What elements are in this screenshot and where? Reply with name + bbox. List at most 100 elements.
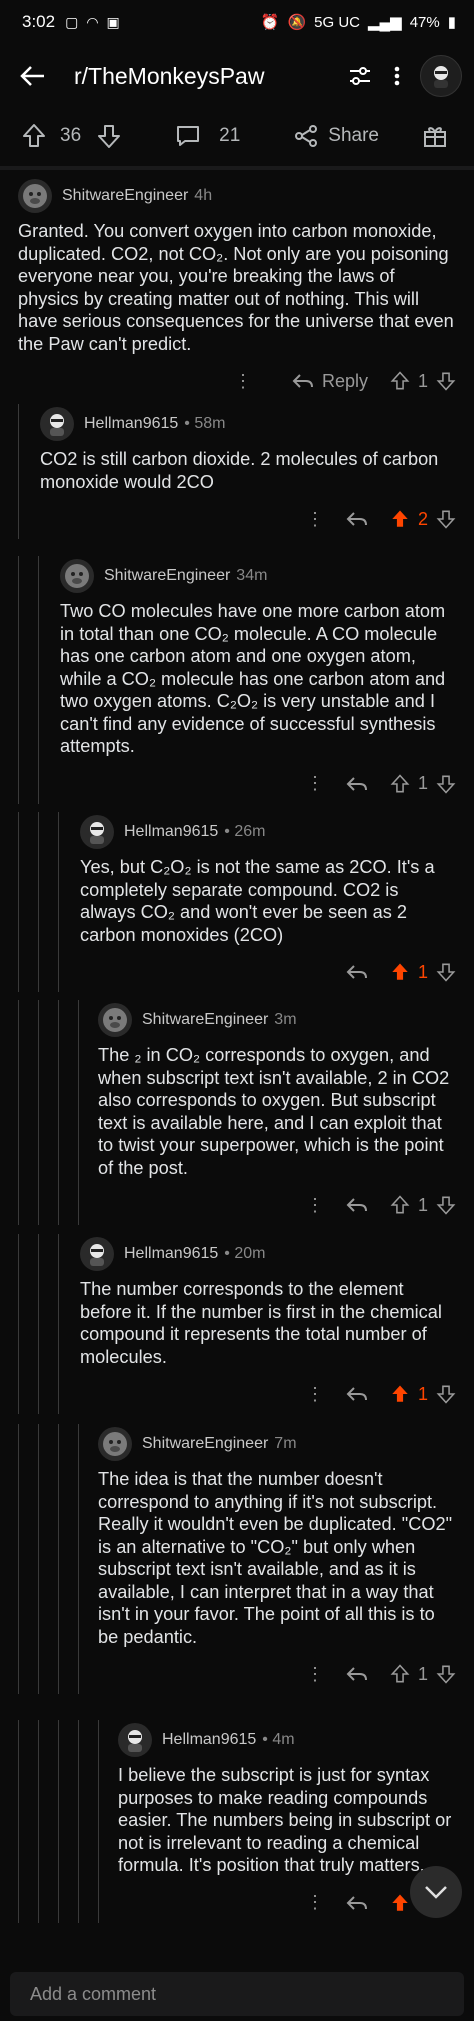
upvote-icon[interactable] [390, 773, 410, 794]
downvote-icon[interactable] [436, 1195, 456, 1215]
thread-line [18, 1424, 19, 1694]
add-comment-input[interactable]: Add a comment [10, 1972, 464, 2016]
upvote-icon[interactable] [390, 962, 410, 982]
more-icon[interactable]: ⋮ [234, 371, 252, 392]
avatar[interactable] [118, 1723, 152, 1757]
upvote-icon[interactable] [390, 1893, 410, 1913]
comment-username[interactable]: Hellman9615 [124, 1245, 218, 1263]
comment-header: ShitwareEngineer 7m [98, 1424, 456, 1464]
more-button[interactable] [392, 62, 402, 90]
comment-username[interactable]: ShitwareEngineer [142, 1435, 268, 1453]
comment-username[interactable]: Hellman9615 [162, 1731, 256, 1749]
downvote-icon[interactable] [436, 1664, 456, 1684]
avatar[interactable] [40, 407, 74, 441]
comment-username[interactable]: ShitwareEngineer [142, 1011, 268, 1029]
notification-icons: ▢ ◠ ▣ [65, 14, 120, 31]
thread-line [18, 812, 19, 992]
status-time: 3:02 [22, 12, 56, 31]
status-bar: 3:02 ▢ ◠ ▣ ⏰ 🔕 5G UC ▂▄▆ 47% ▮ [0, 0, 474, 44]
comment-actions: ⋮ 1 [98, 1185, 456, 1225]
more-icon[interactable]: ⋮ [306, 1664, 324, 1685]
network-label: 5G UC [314, 13, 360, 31]
back-button[interactable] [18, 61, 48, 91]
monkey-avatar-icon [103, 1432, 127, 1456]
thread-line [58, 812, 59, 992]
avatar[interactable] [98, 1003, 132, 1037]
downvote-icon[interactable] [436, 962, 456, 982]
avatar[interactable] [80, 1237, 114, 1271]
award-button[interactable] [422, 123, 448, 149]
scroll-down-button[interactable] [410, 1866, 462, 1918]
divider [0, 166, 474, 170]
comment-username[interactable]: Hellman9615 [84, 415, 178, 433]
comment: Hellman9615 • 20m The number corresponds… [0, 1234, 474, 1414]
comment: ShitwareEngineer 4h Granted. You convert… [0, 176, 474, 401]
more-icon[interactable]: ⋮ [306, 773, 324, 794]
reply-icon[interactable] [346, 1894, 368, 1912]
comment-composer-bar: Add a comment [0, 1960, 474, 2021]
reply-icon[interactable] [346, 775, 368, 793]
avatar[interactable] [18, 179, 52, 213]
upvote-icon[interactable] [22, 123, 46, 149]
downvote-icon[interactable] [436, 371, 456, 391]
upvote-icon[interactable] [390, 509, 410, 529]
comment-score: 1 [417, 1663, 428, 1684]
thread-line [98, 1720, 99, 1923]
thread-line [18, 556, 19, 804]
comment-body: The idea is that the number doesn't corr… [98, 1469, 458, 1647]
thread-line [18, 1000, 19, 1225]
comment-vote: 1 [390, 371, 456, 392]
signal-icon: ▂▄▆ [368, 14, 402, 31]
comment-username[interactable]: ShitwareEngineer [104, 567, 230, 585]
comment-header: Hellman9615 • 4m [118, 1720, 456, 1760]
comment-header: ShitwareEngineer 3m [98, 1000, 456, 1040]
award-icon [424, 127, 446, 147]
avatar[interactable] [98, 1427, 132, 1461]
share-button[interactable]: Share [294, 124, 379, 148]
downvote-icon[interactable] [436, 509, 456, 529]
comment: Hellman9615 • 26m Yes, but C₂O₂ is not t… [0, 812, 474, 992]
comment-score: 2 [417, 508, 428, 529]
thread-line [38, 1424, 39, 1694]
comment-time: 34m [236, 567, 268, 584]
reply-icon[interactable] [346, 1665, 368, 1683]
reply-icon[interactable] [346, 510, 368, 528]
upvote-icon[interactable] [390, 1195, 410, 1215]
user-avatar[interactable] [420, 55, 462, 97]
comment-vote: 1 [390, 1195, 456, 1216]
avatar[interactable] [60, 559, 94, 593]
comment-score: 1 [417, 1383, 428, 1404]
subreddit-title[interactable]: r/TheMonkeysPaw [74, 63, 264, 90]
avatar[interactable] [80, 815, 114, 849]
more-icon[interactable]: ⋮ [306, 1384, 324, 1405]
downvote-icon[interactable] [97, 123, 121, 149]
upvote-icon[interactable] [390, 1664, 410, 1684]
more-icon[interactable]: ⋮ [306, 509, 324, 530]
downvote-icon[interactable] [436, 1384, 456, 1404]
comment-username[interactable]: ShitwareEngineer [62, 187, 188, 205]
reply-label: Reply [321, 370, 368, 391]
comments-button[interactable]: 21 [175, 124, 240, 148]
upvote-icon[interactable] [390, 1384, 410, 1404]
comment: ShitwareEngineer 3m The ₂ in CO₂ corresp… [0, 1000, 474, 1225]
comment: Hellman9615 • 58m CO2 is still carbon di… [0, 404, 474, 539]
snoo-avatar-icon [50, 414, 64, 436]
comment-time: • 58m [184, 415, 226, 432]
reply-icon[interactable] [346, 963, 368, 981]
comment-body: I believe the subscript is just for synt… [118, 1765, 457, 1875]
thread-line [38, 1000, 39, 1225]
filter-button[interactable] [346, 62, 374, 90]
thread-line [58, 1000, 59, 1225]
more-icon[interactable]: ⋮ [306, 1892, 324, 1913]
reply-icon[interactable] [346, 1196, 368, 1214]
comment-username[interactable]: Hellman9615 [124, 823, 218, 841]
reply-icon[interactable] [346, 1385, 368, 1403]
thread-line [18, 404, 19, 539]
more-icon[interactable]: ⋮ [306, 1195, 324, 1216]
reply-button[interactable]: Reply [292, 371, 368, 392]
comment-actions: 1 [80, 952, 456, 992]
upvote-icon[interactable] [390, 371, 410, 391]
post-score: 36 [60, 125, 82, 146]
alarm-icon: ⏰ [260, 14, 280, 31]
downvote-icon[interactable] [436, 774, 456, 794]
